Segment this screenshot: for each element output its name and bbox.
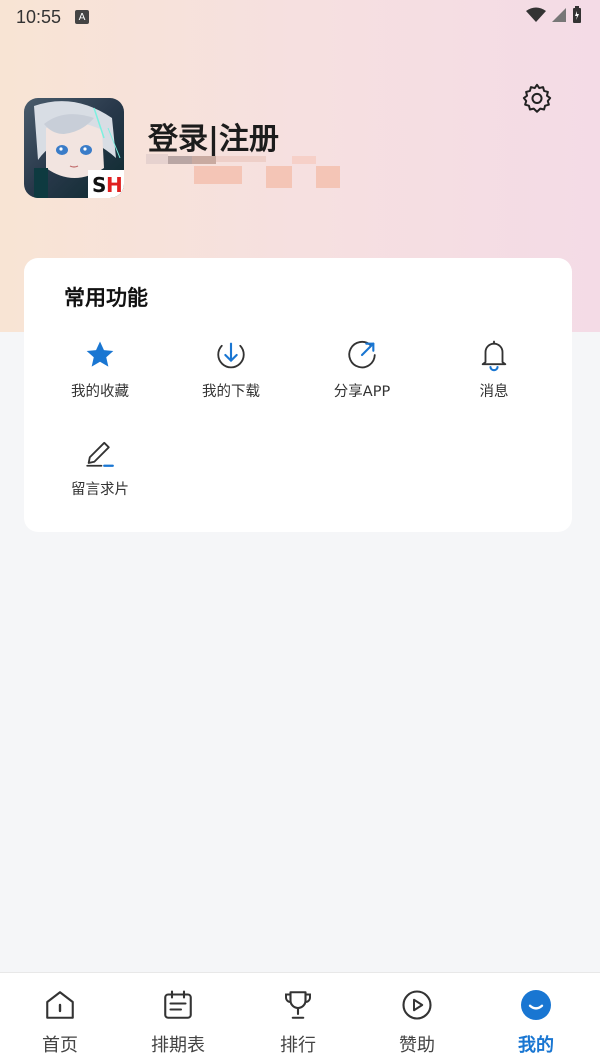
tab-home[interactable]: 首页 bbox=[0, 973, 120, 1058]
download-icon bbox=[217, 342, 245, 369]
messages-label: 消息 bbox=[479, 384, 509, 400]
tab-schedule[interactable]: 排期表 bbox=[118, 973, 238, 1058]
bottom-tab-bar: 首页 排期表 排行 赞助 我的 bbox=[0, 972, 600, 1058]
tab-ranking[interactable]: 排行 bbox=[238, 973, 358, 1058]
trophy-icon bbox=[285, 991, 311, 1019]
profile-icon bbox=[521, 990, 551, 1020]
tab-mine-label: 我的 bbox=[518, 1035, 554, 1056]
downloads-button[interactable]: 我的下载 bbox=[171, 338, 291, 401]
common-functions-card: 常用功能 我的收藏 我的下载 分享APP 消息 留言求片 bbox=[24, 258, 572, 532]
share-app-button[interactable]: 分享APP bbox=[302, 338, 422, 401]
card-title: 常用功能 bbox=[64, 286, 148, 310]
tab-sponsor[interactable]: 赞助 bbox=[357, 973, 477, 1058]
favorites-button[interactable]: 我的收藏 bbox=[40, 338, 160, 401]
tab-home-label: 首页 bbox=[42, 1035, 78, 1056]
pixelated-subtitle bbox=[146, 154, 340, 188]
home-icon bbox=[46, 991, 74, 1019]
downloads-label: 我的下载 bbox=[202, 384, 260, 400]
share-app-label: 分享APP bbox=[333, 384, 391, 400]
bell-icon bbox=[481, 340, 507, 372]
star-icon bbox=[86, 341, 114, 367]
tab-ranking-label: 排行 bbox=[280, 1035, 316, 1056]
calendar-icon bbox=[164, 990, 192, 1019]
messages-button[interactable]: 消息 bbox=[434, 338, 554, 401]
tab-sponsor-label: 赞助 bbox=[399, 1035, 435, 1056]
share-icon bbox=[348, 340, 376, 369]
request-movie-label: 留言求片 bbox=[71, 482, 129, 498]
tab-mine[interactable]: 我的 bbox=[476, 973, 596, 1058]
favorites-label: 我的收藏 bbox=[71, 384, 129, 400]
edit-icon bbox=[86, 441, 114, 467]
request-movie-button[interactable]: 留言求片 bbox=[40, 436, 160, 499]
play-icon bbox=[402, 990, 432, 1020]
tab-schedule-label: 排期表 bbox=[151, 1035, 205, 1056]
